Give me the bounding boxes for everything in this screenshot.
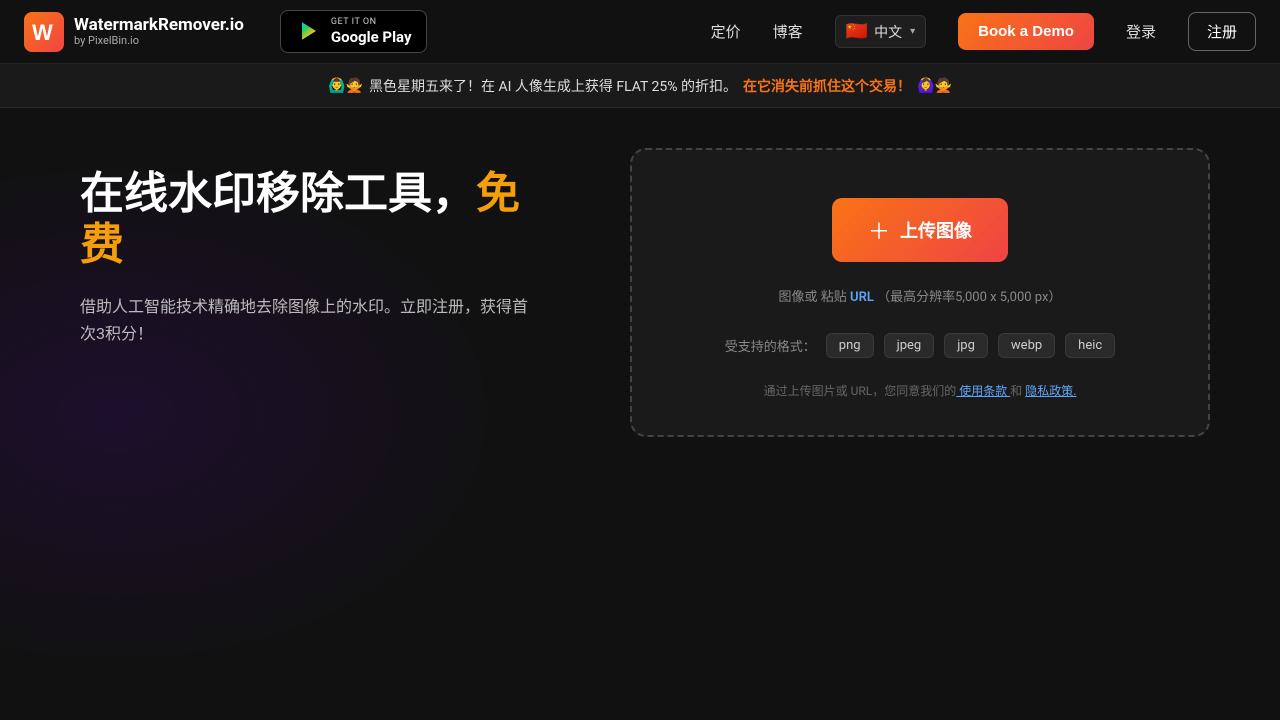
- hero-title-main: 在线水印移除工具，: [80, 167, 476, 219]
- logo[interactable]: W WatermarkRemover.io by PixelBin.io: [24, 12, 244, 52]
- promo-text: 黑色星期五来了！在 AI 人像生成上获得 FLAT 25% 的折扣。: [369, 76, 737, 96]
- hint-image-text: 图像或: [779, 290, 818, 305]
- get-it-on-label: GET IT ON: [331, 17, 412, 28]
- hint-resolution-text: （最高分辨率5,000 x 5,000 px）: [877, 290, 1061, 305]
- promo-emoji-right: 🙆‍♀️🙅: [917, 78, 952, 94]
- chevron-down-icon: ▾: [910, 26, 915, 37]
- formats-label: 受支持的格式：: [725, 336, 816, 355]
- tos-link-terms[interactable]: 使用条款: [956, 384, 1010, 398]
- format-jpeg: jpeg: [884, 333, 935, 358]
- flag-icon: 🇨🇳: [846, 21, 868, 42]
- nav-blog[interactable]: 博客: [773, 21, 803, 42]
- register-button[interactable]: 注册: [1188, 12, 1256, 51]
- login-button[interactable]: 登录: [1126, 21, 1156, 42]
- upload-button-label: 上传图像: [900, 217, 972, 243]
- hero-title: 在线水印移除工具，免费: [80, 168, 530, 269]
- tos-text: 通过上传图片或 URL，您同意我们的 使用条款 和 隐私政策.: [764, 382, 1077, 399]
- promo-emoji-left: 🙆‍♂️🙅: [328, 78, 363, 94]
- logo-icon: W: [24, 12, 64, 52]
- book-demo-button[interactable]: Book a Demo: [958, 13, 1094, 50]
- hero-section: 在线水印移除工具，免费 借助人工智能技术精确地去除图像上的水印。立即注册，获得首…: [0, 108, 580, 720]
- language-selector[interactable]: 🇨🇳 中文 ▾: [835, 15, 926, 48]
- svg-text:W: W: [32, 20, 53, 45]
- format-heic: heic: [1065, 333, 1115, 358]
- upload-section: ＋ 上传图像 图像或 粘贴 URL （最高分辨率5,000 x 5,000 px…: [580, 108, 1280, 720]
- lang-label: 中文: [874, 22, 902, 42]
- formats-row: 受支持的格式： png jpeg jpg webp heic: [725, 333, 1115, 358]
- main-content: 在线水印移除工具，免费 借助人工智能技术精确地去除图像上的水印。立即注册，获得首…: [0, 108, 1280, 720]
- nav-pricing[interactable]: 定价: [711, 21, 741, 42]
- hero-subtitle: 借助人工智能技术精确地去除图像上的水印。立即注册，获得首次3积分！: [80, 293, 530, 347]
- logo-title: WatermarkRemover.io: [74, 16, 244, 35]
- format-png: png: [826, 333, 874, 358]
- format-jpg: jpg: [944, 333, 988, 358]
- promo-cta-link[interactable]: 在它消失前抓住这个交易！: [743, 76, 911, 96]
- tos-link-privacy[interactable]: 隐私政策.: [1025, 384, 1076, 398]
- upload-card: ＋ 上传图像 图像或 粘贴 URL （最高分辨率5,000 x 5,000 px…: [630, 148, 1210, 437]
- google-play-button[interactable]: GET IT ON Google Play: [280, 10, 427, 53]
- header: W WatermarkRemover.io by PixelBin.io GET: [0, 0, 1280, 64]
- play-store-icon: [295, 17, 323, 45]
- plus-icon: ＋: [868, 214, 890, 246]
- hint-url-text: URL: [850, 290, 874, 305]
- upload-button[interactable]: ＋ 上传图像: [832, 198, 1008, 262]
- upload-hint: 图像或 粘贴 URL （最高分辨率5,000 x 5,000 px）: [779, 286, 1062, 309]
- format-webp: webp: [998, 333, 1055, 358]
- promo-banner: 🙆‍♂️🙅 黑色星期五来了！在 AI 人像生成上获得 FLAT 25% 的折扣。…: [0, 64, 1280, 108]
- google-play-label: Google Play: [331, 28, 412, 46]
- hint-paste-text: 粘贴: [821, 290, 847, 305]
- main-nav: 定价 博客 🇨🇳 中文 ▾ Book a Demo 登录 注册: [711, 12, 1256, 51]
- logo-subtitle: by PixelBin.io: [74, 35, 244, 47]
